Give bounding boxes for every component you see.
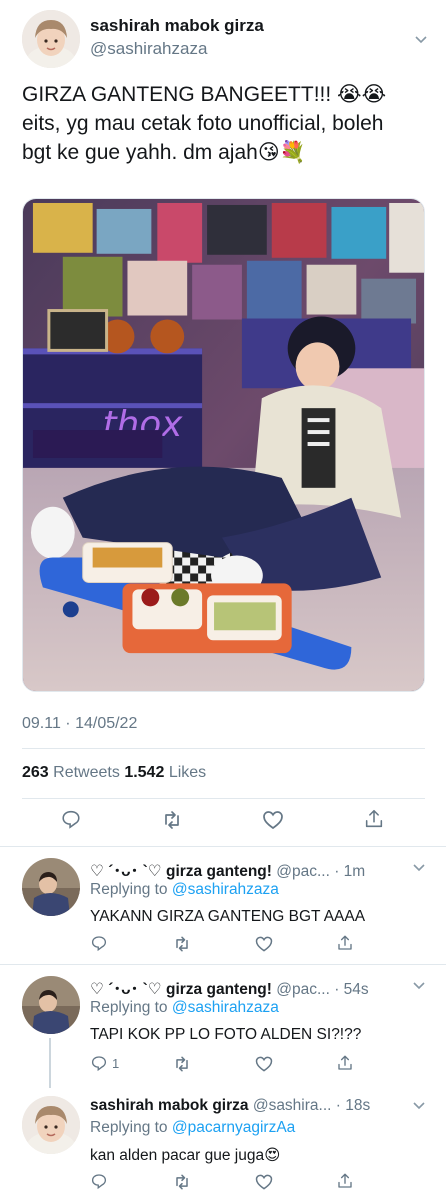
like-button[interactable] (254, 934, 274, 954)
reply-tweet[interactable]: ♡ ´･ᴗ･ `♡ girza ganteng! @pac... · 54s R… (0, 964, 446, 1088)
reply-header: ♡ ´･ᴗ･ `♡ girza ganteng! @pac... · 54s (90, 977, 369, 999)
like-icon (263, 811, 283, 830)
likes-count[interactable]: 1.542 Likes (124, 764, 206, 781)
reply-icon (91, 936, 107, 952)
retweets-count[interactable]: 263 Retweets (22, 764, 120, 781)
tweet-text-line: GIRZA GANTENG BANGEETT!!! 😭😭 (22, 83, 387, 106)
reply-header: ♡ ´･ᴗ･ `♡ girza ganteng! @pac... · 1m (90, 859, 365, 881)
share-icon (338, 1173, 352, 1188)
reply-count: 1 (112, 1055, 120, 1071)
reply-time[interactable]: · 54s (334, 981, 368, 998)
tweet-header: sashirah mabok girza @sashirahzaza (22, 10, 432, 70)
reply-display-name[interactable]: ♡ ´･ᴗ･ `♡ girza ganteng! (90, 863, 272, 880)
divider (22, 748, 425, 749)
share-button[interactable] (336, 1172, 354, 1190)
reply-text: YAKANN GIRZA GANTENG BGT AAAA (90, 908, 366, 925)
like-button[interactable] (254, 1054, 274, 1074)
replying-to-handle[interactable]: @sashirahzaza (172, 881, 279, 898)
reply-time[interactable]: · 18s (336, 1097, 370, 1114)
replying-to: Replying to @sashirahzaza (90, 999, 279, 1016)
reply-time[interactable]: · 1m (334, 863, 365, 880)
retweet-button[interactable] (172, 1172, 192, 1192)
tweet-text-line: eits, yg mau cetak foto unofficial, bole… (22, 112, 384, 135)
reply-actions (0, 1172, 446, 1198)
retweet-icon (176, 936, 188, 952)
chevron-down-icon[interactable] (412, 1098, 426, 1112)
author-handle[interactable]: @sashirahzaza (90, 39, 207, 59)
retweet-button[interactable] (172, 934, 192, 954)
share-icon (338, 1055, 352, 1070)
reply-tweet[interactable]: ♡ ´･ᴗ･ `♡ girza ganteng! @pac... · 1m Re… (0, 846, 446, 964)
replying-to: Replying to @pacarnyagirzAa (90, 1119, 296, 1136)
like-icon (255, 1174, 273, 1190)
like-button[interactable] (254, 1172, 274, 1192)
reply-handle[interactable]: @sashira... (253, 1097, 332, 1114)
reply-icon (62, 810, 80, 829)
reply-handle[interactable]: @pac... (276, 981, 330, 998)
tweet-timestamp[interactable]: 09.11 · 14/05/22 (22, 715, 137, 733)
author-avatar[interactable] (22, 10, 80, 68)
chevron-down-icon[interactable] (412, 978, 426, 992)
reply-icon (91, 1174, 107, 1190)
like-button[interactable] (261, 808, 285, 832)
reply-avatar[interactable] (22, 1096, 80, 1154)
chevron-down-icon[interactable] (412, 860, 426, 874)
divider (22, 798, 425, 799)
reply-display-name[interactable]: ♡ ´･ᴗ･ `♡ girza ganteng! (90, 981, 272, 998)
chevron-down-icon[interactable] (414, 32, 428, 46)
reply-header: sashirah mabok girza @sashira... · 18s (90, 1097, 370, 1115)
tweet-photo[interactable]: thox (22, 198, 425, 692)
replying-to: Replying to @sashirahzaza (90, 881, 279, 898)
reply-display-name[interactable]: sashirah mabok girza (90, 1097, 249, 1114)
replying-to-handle[interactable]: @sashirahzaza (172, 999, 279, 1016)
retweet-icon (176, 1174, 188, 1190)
replying-to-handle[interactable]: @pacarnyagirzAa (172, 1119, 295, 1136)
like-icon (255, 936, 273, 952)
reply-actions (0, 934, 446, 960)
reply-text: TAPI KOK PP LO FOTO ALDEN SI?!?? (90, 1026, 362, 1043)
reply-button[interactable] (90, 934, 108, 952)
reply-avatar[interactable] (22, 858, 80, 916)
share-button[interactable] (363, 808, 385, 830)
tweet-text-line: bgt ke gue yahh. dm ajah😘💐 (22, 141, 306, 164)
retweet-icon (176, 1056, 188, 1072)
like-icon (255, 1056, 273, 1072)
author-display-name[interactable]: sashirah mabok girza (90, 16, 264, 36)
share-icon (365, 809, 383, 828)
retweet-button[interactable] (172, 1054, 192, 1074)
reply-tweet[interactable]: sashirah mabok girza @sashira... · 18s R… (0, 1084, 446, 1200)
share-icon (338, 935, 352, 950)
retweet-button[interactable] (160, 808, 184, 832)
share-button[interactable] (336, 1054, 354, 1072)
tweet-actions (0, 808, 446, 834)
reply-button[interactable] (60, 808, 82, 830)
reply-icon (91, 1056, 107, 1072)
tweet-text: GIRZA GANTENG BANGEETT!!! 😭😭 eits, yg ma… (22, 80, 427, 167)
reply-button[interactable]: 1 (90, 1054, 119, 1072)
tweet-stats: 263 Retweets 1.542 Likes (22, 764, 206, 782)
retweet-icon (165, 811, 179, 829)
reply-avatar[interactable] (22, 976, 80, 1034)
reply-button[interactable] (90, 1172, 108, 1190)
reply-actions: 1 (0, 1054, 446, 1080)
reply-handle[interactable]: @pac... (276, 863, 330, 880)
share-button[interactable] (336, 934, 354, 952)
reply-text: kan alden pacar gue juga😍 (90, 1147, 281, 1164)
